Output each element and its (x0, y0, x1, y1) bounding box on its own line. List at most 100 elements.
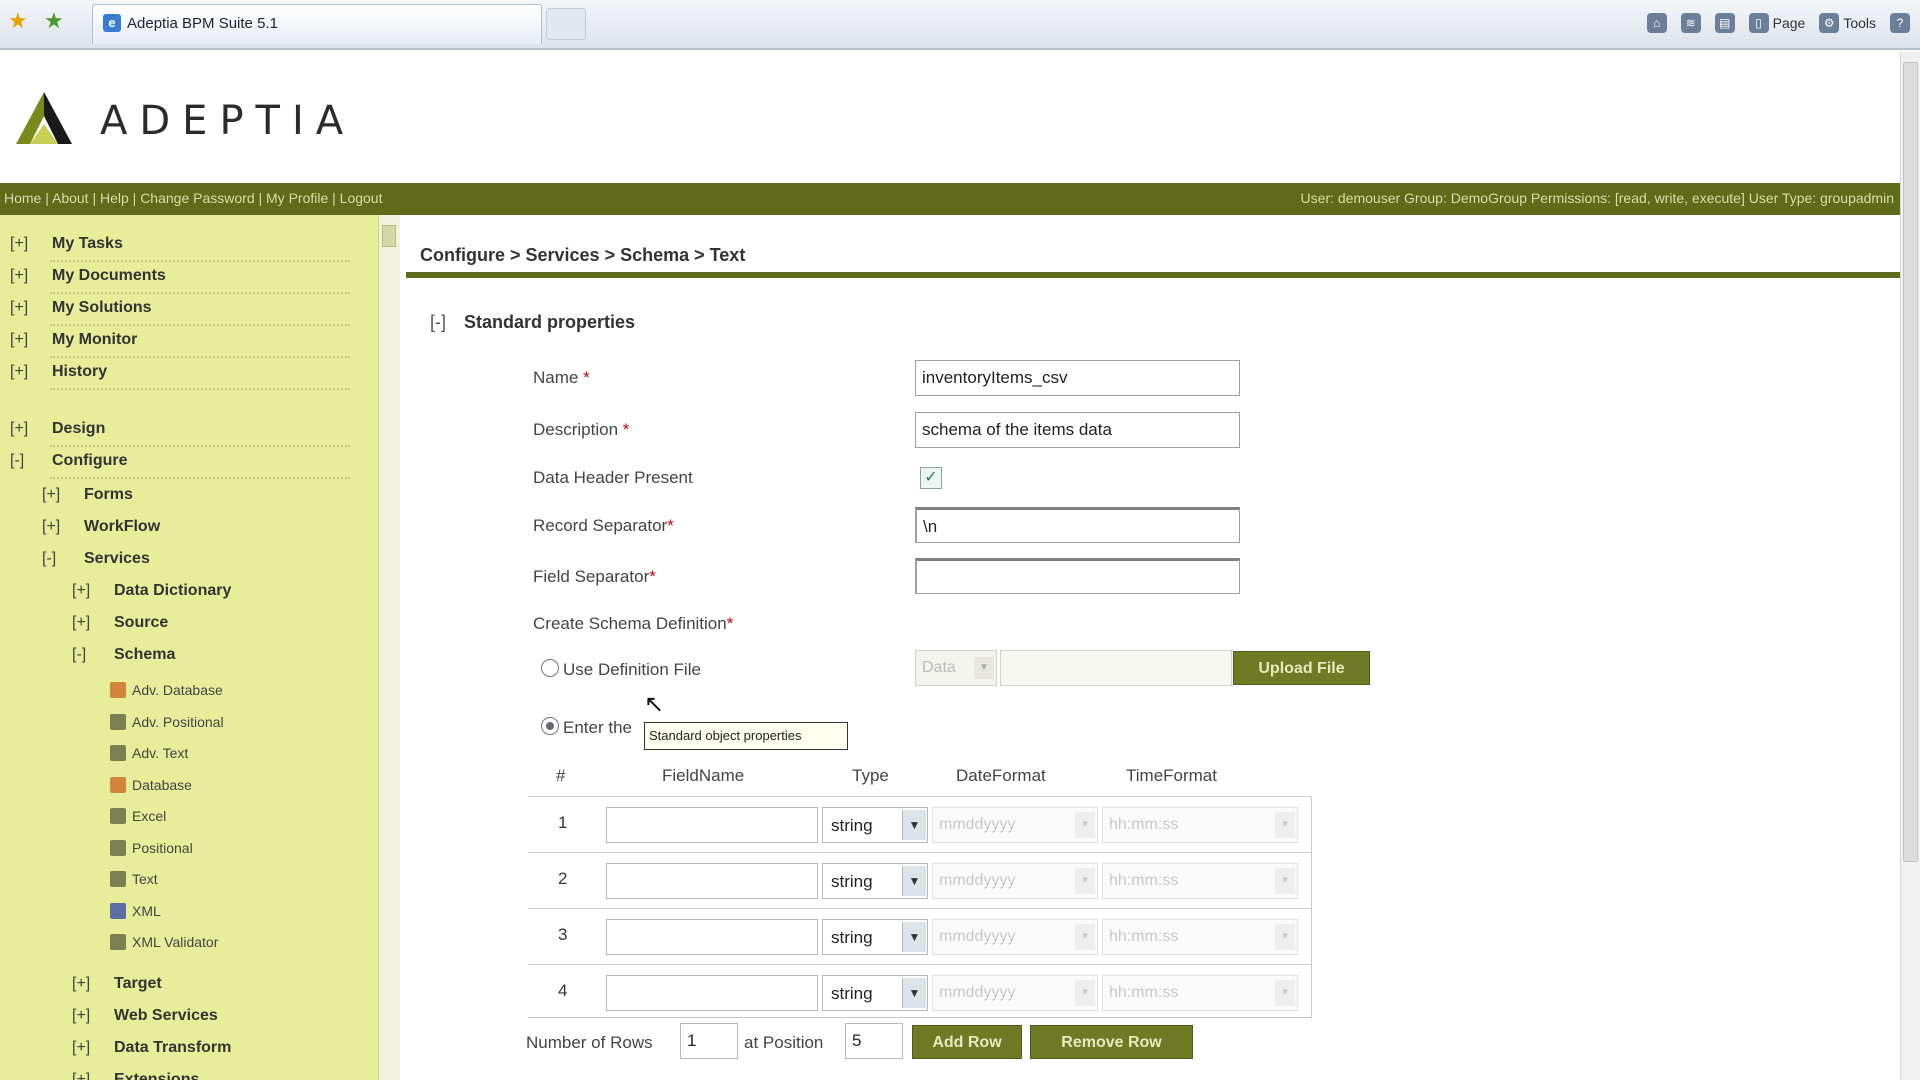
number-of-rows-input[interactable]: 1 (680, 1023, 738, 1059)
upload-file-button[interactable]: Upload File (1233, 651, 1370, 685)
type-select[interactable]: string ▼ (822, 807, 928, 843)
nav-links[interactable]: Home | About | Help | Change Password | … (4, 190, 383, 206)
sidebar-leaf-database[interactable]: Database (110, 776, 192, 793)
browser-tab-title: Adeptia BPM Suite 5.1 (127, 15, 278, 32)
sidebar-item-data-transform[interactable]: [+] Data Transform (72, 1039, 231, 1057)
sidebar-item-my-tasks[interactable]: [+] My Tasks (10, 235, 123, 253)
tree-toggle[interactable]: [-] (10, 452, 24, 470)
sidebar-scrollbar[interactable] (378, 215, 400, 1080)
fieldname-input[interactable] (606, 863, 818, 899)
tree-toggle[interactable]: [+] (10, 299, 28, 317)
record-separator-input[interactable]: \n (915, 507, 1240, 543)
fieldname-input[interactable] (606, 919, 818, 955)
sidebar-item-my-solutions[interactable]: [+] My Solutions (10, 299, 152, 317)
add-row-button[interactable]: Add Row (912, 1025, 1022, 1059)
sidebar-item-extensions[interactable]: [+] Extensions (72, 1071, 199, 1080)
enter-definition-radio[interactable] (541, 717, 559, 735)
type-select[interactable]: string ▼ (822, 863, 928, 899)
tree-toggle[interactable]: [-] (72, 646, 86, 664)
sidebar-item-data-dictionary[interactable]: [+] Data Dictionary (72, 582, 231, 600)
dateformat-select: mmddyyyy ▼ (932, 807, 1098, 843)
chevron-down-icon[interactable]: ▼ (902, 978, 926, 1008)
new-tab-button[interactable] (546, 8, 586, 40)
tree-toggle[interactable]: [+] (72, 1007, 90, 1025)
command-home-button[interactable]: ⌂ (1646, 13, 1667, 33)
sidebar-item-design[interactable]: [+] Design (10, 420, 105, 438)
tree-toggle[interactable]: [+] (10, 267, 28, 285)
create-schema-definition-label: Create Schema Definition* (533, 614, 734, 633)
sidebar-item-web-services[interactable]: [+] Web Services (72, 1007, 218, 1025)
tree-toggle[interactable]: [+] (72, 1039, 90, 1057)
sidebar-item-history[interactable]: [+] History (10, 363, 107, 381)
favorites-star-icon[interactable]: ★ (8, 8, 28, 34)
chevron-down-icon[interactable]: ▼ (902, 922, 926, 952)
tree-toggle[interactable]: [+] (42, 486, 60, 504)
tree-toggle[interactable]: [+] (10, 363, 28, 381)
sidebar-item-schema[interactable]: [-] Schema (72, 646, 175, 664)
top-nav-bar: Home | About | Help | Change Password | … (0, 183, 1900, 215)
number-of-rows-label: Number of Rows (526, 1033, 653, 1052)
sidebar-leaf-adv-positional[interactable]: Adv. Positional (110, 713, 224, 730)
sidebar-leaf-positional[interactable]: Positional (110, 839, 193, 856)
chevron-down-icon[interactable]: ▼ (902, 866, 926, 896)
section-collapse-toggle[interactable]: [-] (430, 312, 446, 332)
window-scrollbar[interactable] (1900, 52, 1920, 1080)
tree-toggle[interactable]: [+] (72, 1071, 90, 1080)
tree-toggle[interactable]: [-] (42, 550, 56, 568)
sidebar-leaf-xml[interactable]: XML (110, 902, 161, 919)
tree-label: Services (84, 550, 150, 567)
fieldname-input[interactable] (606, 975, 818, 1011)
sidebar-leaf-xml-validator[interactable]: XML Validator (110, 934, 218, 950)
sidebar-item-configure[interactable]: [-] Configure (10, 452, 128, 470)
timeformat-value: hh:mm:ss (1109, 816, 1179, 833)
command-page-button[interactable]: ▯ Page (1748, 13, 1805, 33)
add-favorite-icon[interactable]: ★ (44, 8, 64, 34)
tree-toggle[interactable]: [+] (72, 975, 90, 993)
tree-divider (50, 324, 350, 326)
type-select[interactable]: string ▼ (822, 919, 928, 955)
definition-file-input (1000, 650, 1232, 686)
sidebar-scroll-thumb[interactable] (382, 225, 396, 247)
section-header[interactable]: [-] Standard properties (430, 312, 635, 333)
name-input[interactable]: inventoryItems_csv (915, 360, 1240, 396)
tree-toggle[interactable]: [+] (72, 614, 90, 632)
sidebar-item-workflow[interactable]: [+] WorkFlow (42, 518, 160, 536)
fieldname-input[interactable] (606, 807, 818, 843)
tree-label: My Tasks (52, 235, 123, 252)
remove-row-button[interactable]: Remove Row (1030, 1025, 1193, 1059)
sidebar-item-services[interactable]: [-] Services (42, 550, 150, 568)
sidebar-item-source[interactable]: [+] Source (72, 614, 168, 632)
sidebar-leaf-adv-database[interactable]: Adv. Database (110, 682, 223, 698)
use-definition-file-radio[interactable] (541, 659, 559, 677)
command-tools-button[interactable]: ⚙ Tools (1819, 13, 1876, 33)
window-scroll-thumb[interactable] (1903, 62, 1918, 862)
sidebar-item-forms[interactable]: [+] Forms (42, 486, 133, 504)
schema-type-icon (110, 713, 126, 730)
data-header-checkbox[interactable]: ✓ (920, 467, 942, 489)
sidebar-leaf-text[interactable]: Text (110, 871, 158, 887)
chevron-down-icon: ▼ (1075, 924, 1095, 950)
tree-toggle[interactable]: [+] (10, 420, 28, 438)
tree-toggle[interactable]: [+] (72, 582, 90, 600)
type-select[interactable]: string ▼ (822, 975, 928, 1011)
tree-toggle[interactable]: [+] (10, 235, 28, 253)
field-separator-input[interactable] (915, 558, 1240, 594)
browser-tab[interactable]: e Adeptia BPM Suite 5.1 (92, 4, 542, 44)
help-icon: ? (1890, 13, 1910, 33)
command-help-button[interactable]: ? (1890, 13, 1910, 33)
sidebar-leaf-adv-text[interactable]: Adv. Text (110, 745, 188, 761)
grid-header-number: # (556, 766, 566, 785)
position-input[interactable]: 5 (845, 1023, 903, 1059)
command-print-button[interactable]: ▤ (1714, 13, 1735, 33)
sidebar-item-my-documents[interactable]: [+] My Documents (10, 267, 166, 285)
sidebar-item-target[interactable]: [+] Target (72, 975, 162, 993)
sidebar-leaf-excel[interactable]: Excel (110, 808, 166, 824)
tree-toggle[interactable]: [+] (42, 518, 60, 536)
description-input[interactable]: schema of the items data (915, 412, 1240, 448)
tree-toggle[interactable]: [+] (10, 331, 28, 349)
sidebar-item-my-monitor[interactable]: [+] My Monitor (10, 331, 137, 349)
command-feeds-button[interactable]: ≋ (1680, 13, 1701, 33)
chevron-down-icon[interactable]: ▼ (902, 810, 926, 840)
chevron-down-icon: ▼ (1275, 924, 1295, 950)
breadcrumb: Configure > Services > Schema > Text (420, 245, 746, 265)
